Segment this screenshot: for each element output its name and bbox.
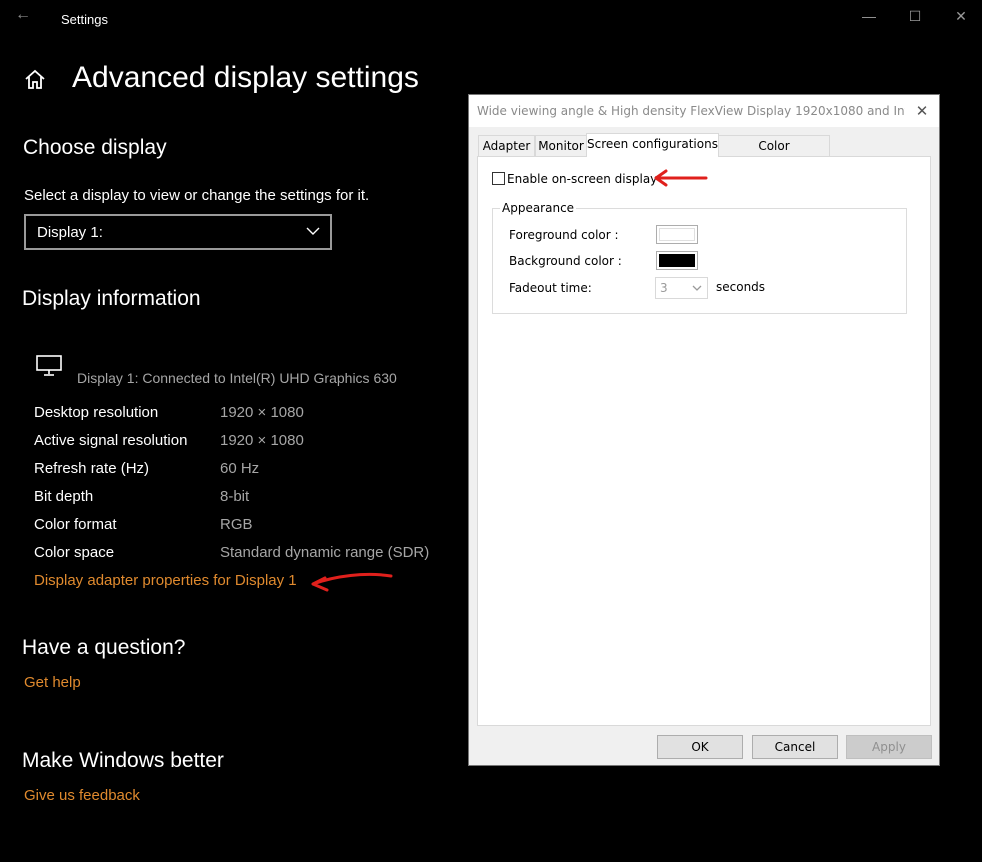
home-icon[interactable] — [23, 68, 47, 92]
dialog-title-bar: Wide viewing angle & High density FlexVi… — [469, 95, 939, 127]
tab-color-management[interactable]: Color Management — [718, 135, 830, 173]
info-row-refresh-rate: Refresh rate (Hz) 60 Hz — [34, 460, 454, 480]
enable-osd-label[interactable]: Enable on-screen display — [507, 172, 657, 186]
background-color-label: Background color : — [509, 254, 622, 268]
chevron-down-icon — [692, 285, 702, 291]
display-adapter-properties-link[interactable]: Display adapter properties for Display 1 — [34, 572, 297, 589]
info-value: 60 Hz — [220, 460, 260, 477]
appearance-group-title: Appearance — [500, 201, 577, 215]
tab-monitor[interactable]: Monitor — [535, 135, 587, 156]
monitor-icon — [36, 355, 62, 376]
enable-osd-checkbox[interactable] — [492, 172, 505, 185]
info-row-active-signal-resolution: Active signal resolution 1920 × 1080 — [34, 432, 454, 452]
tab-screen-configurations[interactable]: Screen configurations — [586, 133, 719, 157]
info-value: RGB — [220, 516, 253, 533]
chevron-down-icon — [306, 227, 320, 235]
close-button[interactable]: ✕ — [946, 4, 976, 28]
info-row-desktop-resolution: Desktop resolution 1920 × 1080 — [34, 404, 454, 424]
back-button[interactable]: ← — [12, 4, 34, 26]
display-information-heading: Display information — [22, 287, 201, 310]
annotation-arrow-icon — [654, 169, 708, 187]
make-windows-better-heading: Make Windows better — [22, 749, 224, 772]
info-label: Desktop resolution — [34, 404, 159, 421]
info-value: 1920 × 1080 — [220, 432, 304, 449]
fadeout-time-value: 3 — [660, 281, 668, 295]
fadeout-time-label: Fadeout time: — [509, 281, 592, 295]
get-help-link[interactable]: Get help — [24, 674, 81, 691]
dialog-title: Wide viewing angle & High density FlexVi… — [477, 104, 905, 118]
info-label: Bit depth — [34, 488, 94, 505]
have-a-question-heading: Have a question? — [22, 636, 186, 659]
info-label: Active signal resolution — [34, 432, 188, 449]
close-icon: ✕ — [955, 8, 967, 24]
title-bar: ← Settings — ☐ ✕ — [0, 0, 982, 36]
info-row-bit-depth: Bit depth 8-bit — [34, 488, 454, 508]
annotation-arrow-icon — [311, 572, 393, 592]
info-value: 8-bit — [220, 488, 250, 505]
background-color-swatch[interactable] — [656, 251, 698, 270]
info-label: Color space — [34, 544, 115, 561]
ok-button[interactable]: OK — [657, 735, 743, 759]
screen-configurations-panel: Enable on-screen display Appearance Fore… — [477, 156, 931, 726]
minimize-button[interactable]: — — [854, 4, 884, 28]
cancel-button[interactable]: Cancel — [752, 735, 838, 759]
foreground-color-label: Foreground color : — [509, 228, 619, 242]
apply-button[interactable]: Apply — [846, 735, 932, 759]
dialog-close-button[interactable]: ✕ — [909, 99, 935, 123]
give-us-feedback-link[interactable]: Give us feedback — [24, 787, 140, 804]
tab-adapter[interactable]: Adapter — [478, 135, 535, 156]
display-dropdown-value: Display 1: — [37, 224, 103, 241]
fadeout-time-unit: seconds — [716, 280, 766, 294]
back-arrow-icon: ← — [15, 6, 31, 23]
display-connection-text: Display 1: Connected to Intel(R) UHD Gra… — [77, 370, 397, 386]
fadeout-time-select[interactable]: 3 — [655, 277, 708, 299]
info-value: 1920 × 1080 — [220, 404, 304, 421]
info-label: Color format — [34, 516, 117, 533]
adapter-properties-dialog: Wide viewing angle & High density FlexVi… — [468, 94, 940, 766]
info-row-color-space: Color space Standard dynamic range (SDR) — [34, 544, 454, 564]
close-icon: ✕ — [915, 102, 929, 120]
display-dropdown[interactable]: Display 1: — [24, 214, 332, 250]
page-title: Advanced display settings — [72, 61, 419, 94]
app-title: Settings — [61, 12, 108, 27]
minimize-icon: — — [862, 8, 876, 24]
maximize-button[interactable]: ☐ — [900, 4, 930, 28]
foreground-color-swatch[interactable] — [656, 225, 698, 244]
choose-display-heading: Choose display — [23, 136, 167, 159]
appearance-group: Appearance Foreground color : Background… — [492, 201, 907, 314]
info-row-color-format: Color format RGB — [34, 516, 454, 536]
info-value: Standard dynamic range (SDR) — [220, 544, 430, 561]
maximize-icon: ☐ — [908, 8, 922, 24]
choose-display-description: Select a display to view or change the s… — [24, 187, 370, 204]
info-label: Refresh rate (Hz) — [34, 460, 150, 477]
